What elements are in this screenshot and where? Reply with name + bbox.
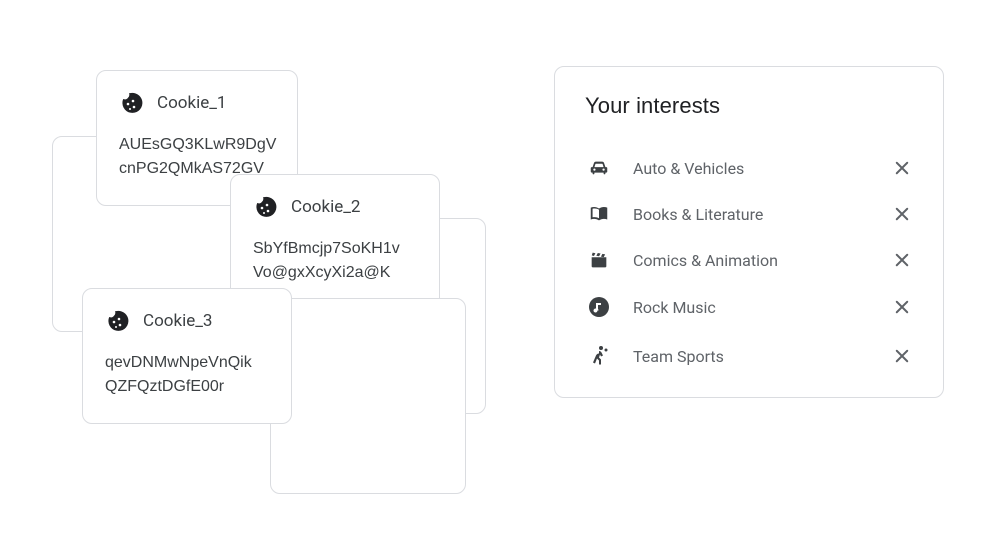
interest-row: Auto & Vehicles: [585, 145, 913, 191]
interests-panel: Your interests Auto & Vehicles Books & L…: [554, 66, 944, 398]
interest-label: Rock Music: [633, 298, 871, 317]
interest-row: Team Sports: [585, 331, 913, 381]
cookie-pile: Cookie_1 AUEsGQ3KLwR9DgV cnPG2QMkAS72GV …: [52, 70, 472, 500]
remove-button[interactable]: [891, 157, 913, 179]
cookie-icon: [119, 91, 143, 115]
sport-icon: [585, 343, 613, 369]
cookie-icon: [105, 309, 129, 333]
interests-title: Your interests: [585, 93, 913, 119]
interest-label: Comics & Animation: [633, 251, 871, 270]
interest-label: Auto & Vehicles: [633, 159, 871, 178]
cookie-title: Cookie_2: [291, 197, 360, 217]
cookie-title: Cookie_1: [157, 93, 226, 113]
remove-button[interactable]: [891, 249, 913, 271]
clapperboard-icon: [585, 249, 613, 271]
interest-row: Comics & Animation: [585, 237, 913, 283]
music-icon: [585, 295, 613, 319]
remove-button[interactable]: [891, 345, 913, 367]
remove-button[interactable]: [891, 296, 913, 318]
cookie-data: SbYfBmcjp7SoKH1v Vo@gxXcyXi2a@K: [253, 237, 417, 285]
interest-label: Team Sports: [633, 347, 871, 366]
remove-button[interactable]: [891, 203, 913, 225]
cookie-icon: [253, 195, 277, 219]
cookie-title: Cookie_3: [143, 311, 212, 331]
cookie-card: Cookie_3 qevDNMwNpeVnQik QZFQztDGfE00r: [82, 288, 292, 424]
blank-card: [270, 298, 466, 494]
car-icon: [585, 157, 613, 179]
interest-row: Books & Literature: [585, 191, 913, 237]
interest-label: Books & Literature: [633, 205, 871, 224]
interest-row: Rock Music: [585, 283, 913, 331]
book-icon: [585, 203, 613, 225]
cookie-data: qevDNMwNpeVnQik QZFQztDGfE00r: [105, 351, 269, 399]
